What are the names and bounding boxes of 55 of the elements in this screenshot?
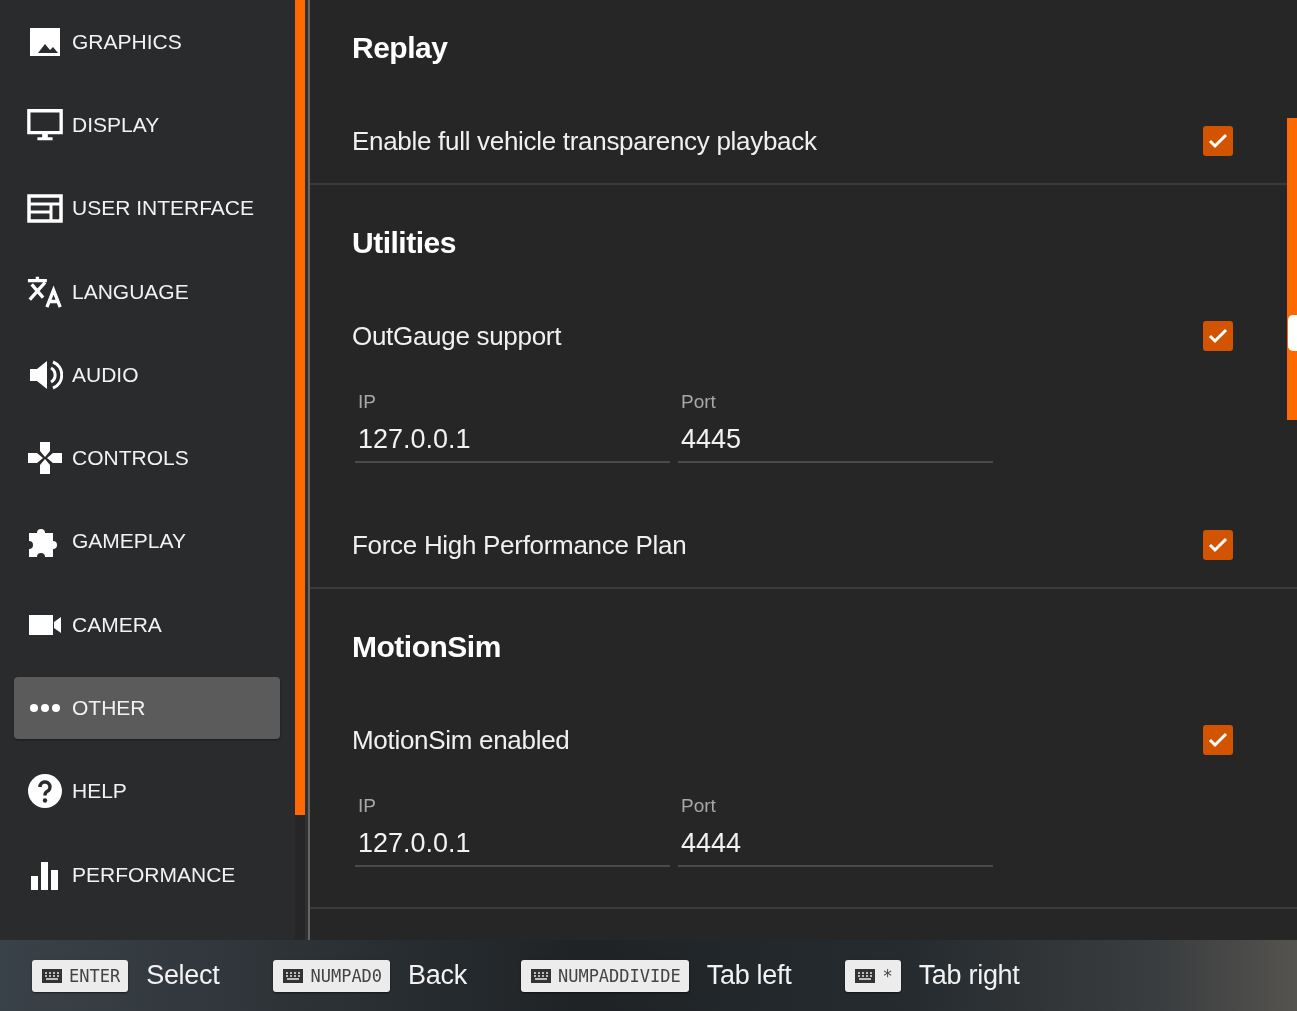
sidebar-item[interactable]: OTHER <box>14 677 280 739</box>
help-icon <box>27 773 63 810</box>
sidebar-item[interactable]: LANGUAGE <box>14 260 280 323</box>
sidebar-item[interactable]: USER INTERFACE <box>14 177 280 240</box>
input-field[interactable]: 4444 <box>678 818 993 867</box>
checkbox[interactable] <box>1203 126 1233 156</box>
action-label: Select <box>146 960 220 991</box>
sidebar-item[interactable]: HELP <box>14 760 280 823</box>
field-label: IP <box>358 794 376 818</box>
dpad-icon <box>26 440 64 477</box>
monitor-icon <box>26 106 64 143</box>
input-field[interactable]: 4445 <box>678 414 993 463</box>
field-label: IP <box>358 390 376 414</box>
keyboard-icon <box>41 967 63 984</box>
key-badge: NUMPADDIVIDE <box>520 959 689 992</box>
keyboard-icon <box>282 967 305 984</box>
key-badge: * <box>845 959 901 992</box>
checkbox[interactable] <box>1203 725 1233 755</box>
input-field[interactable]: 127.0.0.1 <box>355 414 670 463</box>
layout-icon <box>27 193 63 224</box>
sidebar-item[interactable]: AUDIO <box>14 343 280 406</box>
field-label: Port <box>681 390 716 414</box>
keyboard-icon <box>854 967 877 984</box>
sidebar-item[interactable]: PERFORMANCE <box>14 843 280 906</box>
setting-label: Force High Performance Plan <box>352 529 687 561</box>
field-label: Port <box>681 794 716 818</box>
setting-label: MotionSim enabled <box>352 724 570 756</box>
checkmark-icon <box>1208 328 1228 344</box>
checkmark-icon <box>1208 133 1228 149</box>
action-label: Tab left <box>706 960 792 991</box>
setting-label: OutGauge support <box>352 320 562 352</box>
input-field[interactable]: 127.0.0.1 <box>355 818 670 867</box>
keyboard-icon <box>529 967 552 984</box>
sidebar-item[interactable]: GRAPHICS <box>14 10 280 73</box>
sidebar-item[interactable]: CONTROLS <box>14 427 280 490</box>
section-heading: MotionSim <box>352 629 501 665</box>
setting-label: Enable full vehicle transparency playback <box>352 125 817 157</box>
section-heading: Replay <box>352 30 448 66</box>
action-label: Tab right <box>918 960 1020 991</box>
scrollbar-track[interactable] <box>1287 118 1297 420</box>
sidebar-item[interactable]: CAMERA <box>14 593 280 656</box>
key-badge: ENTER <box>32 959 129 992</box>
key-badge: NUMPAD0 <box>273 959 391 992</box>
sidebar-item[interactable]: GAMEPLAY <box>14 510 280 573</box>
scrollbar-thumb[interactable] <box>1288 315 1297 351</box>
bar-chart-icon <box>29 859 61 890</box>
sidebar-item[interactable]: DISPLAY <box>14 93 280 156</box>
sidebar-scrollbar[interactable] <box>295 0 305 815</box>
checkbox[interactable] <box>1203 321 1233 351</box>
more-icon <box>29 703 61 713</box>
checkbox[interactable] <box>1203 530 1233 560</box>
checkmark-icon <box>1208 537 1228 553</box>
checkmark-icon <box>1208 732 1228 748</box>
section-heading: Utilities <box>352 225 456 261</box>
action-label: Back <box>408 960 467 991</box>
